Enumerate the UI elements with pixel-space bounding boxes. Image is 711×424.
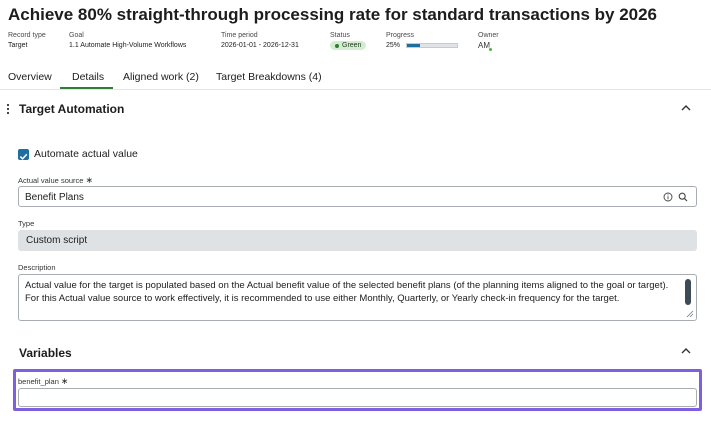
record-type-value: Target <box>8 42 28 49</box>
resize-grip-icon[interactable] <box>686 310 694 318</box>
tab-bar: Overview Details Aligned work (2) Target… <box>0 64 711 90</box>
progress-bar <box>406 43 459 48</box>
section-title-variables: Variables <box>19 346 72 360</box>
tab-aligned-work[interactable]: Aligned work (2) <box>123 71 199 83</box>
type-value: Custom script <box>26 235 88 246</box>
time-period-label: Time period <box>221 32 258 39</box>
goal-label: Goal <box>69 32 84 39</box>
owner-label: Owner <box>478 32 499 39</box>
meta-status: Status Green <box>330 32 367 50</box>
record-type-label: Record type <box>8 32 46 39</box>
description-value: Actual value for the target is populated… <box>25 280 669 304</box>
meta-owner: Owner AM <box>478 32 499 52</box>
actual-source-label: Actual value source ∗ <box>18 175 93 186</box>
goal-value[interactable]: 1.1 Automate High-Volume Workflows <box>69 42 186 49</box>
tab-details[interactable]: Details <box>72 71 104 83</box>
meta-time-period: Time period 2026-01-01 - 2026-12-31 <box>221 32 299 49</box>
page-title: Achieve 80% straight-through processing … <box>8 5 658 24</box>
actual-source-value: Benefit Plans <box>25 192 84 203</box>
benefit-plan-label-text: benefit_plan <box>18 377 59 386</box>
status-badge: Green <box>330 41 367 50</box>
type-label: Type <box>18 219 35 228</box>
meta-goal: Goal 1.1 Automate High-Volume Workflows <box>69 32 186 49</box>
active-tab-indicator <box>60 87 113 89</box>
tab-target-breakdowns[interactable]: Target Breakdowns (4) <box>216 71 322 83</box>
chevron-up-icon[interactable] <box>680 345 692 357</box>
tab-overview[interactable]: Overview <box>8 71 52 83</box>
progress-label: Progress <box>386 32 415 39</box>
owner-avatar[interactable]: AM <box>478 41 493 52</box>
progress-value: 25% <box>386 42 401 49</box>
status-dot-icon <box>335 43 339 48</box>
checkmark-icon <box>19 153 28 160</box>
automate-actual-label: Automate actual value <box>34 148 138 160</box>
section-title-target-automation: Target Automation <box>19 102 125 116</box>
status-value: Green <box>342 42 362 49</box>
description-textarea[interactable]: Actual value for the target is populated… <box>18 274 697 321</box>
presence-dot-icon <box>488 47 493 52</box>
meta-progress: Progress 25% <box>386 32 459 49</box>
meta-record-type: Record type Target <box>8 32 46 49</box>
info-icon[interactable] <box>663 192 673 202</box>
required-mark: ∗ <box>85 175 93 185</box>
actual-source-label-text: Actual value source <box>18 176 84 185</box>
description-label: Description <box>18 263 56 272</box>
automate-actual-checkbox[interactable] <box>18 149 29 160</box>
status-label: Status <box>330 32 350 39</box>
type-field: Custom script <box>18 230 697 251</box>
benefit-plan-input[interactable] <box>18 388 697 407</box>
chevron-up-icon[interactable] <box>680 102 692 114</box>
description-scrollbar[interactable] <box>685 279 691 305</box>
search-icon[interactable] <box>678 192 688 202</box>
progress-bar-fill <box>407 44 420 47</box>
required-mark: ∗ <box>60 376 69 386</box>
benefit-plan-label: benefit_plan ∗ <box>18 376 68 387</box>
drag-handle-icon[interactable] <box>6 103 10 115</box>
actual-source-input[interactable]: Benefit Plans <box>18 186 697 207</box>
time-period-value: 2026-01-01 - 2026-12-31 <box>221 42 299 49</box>
